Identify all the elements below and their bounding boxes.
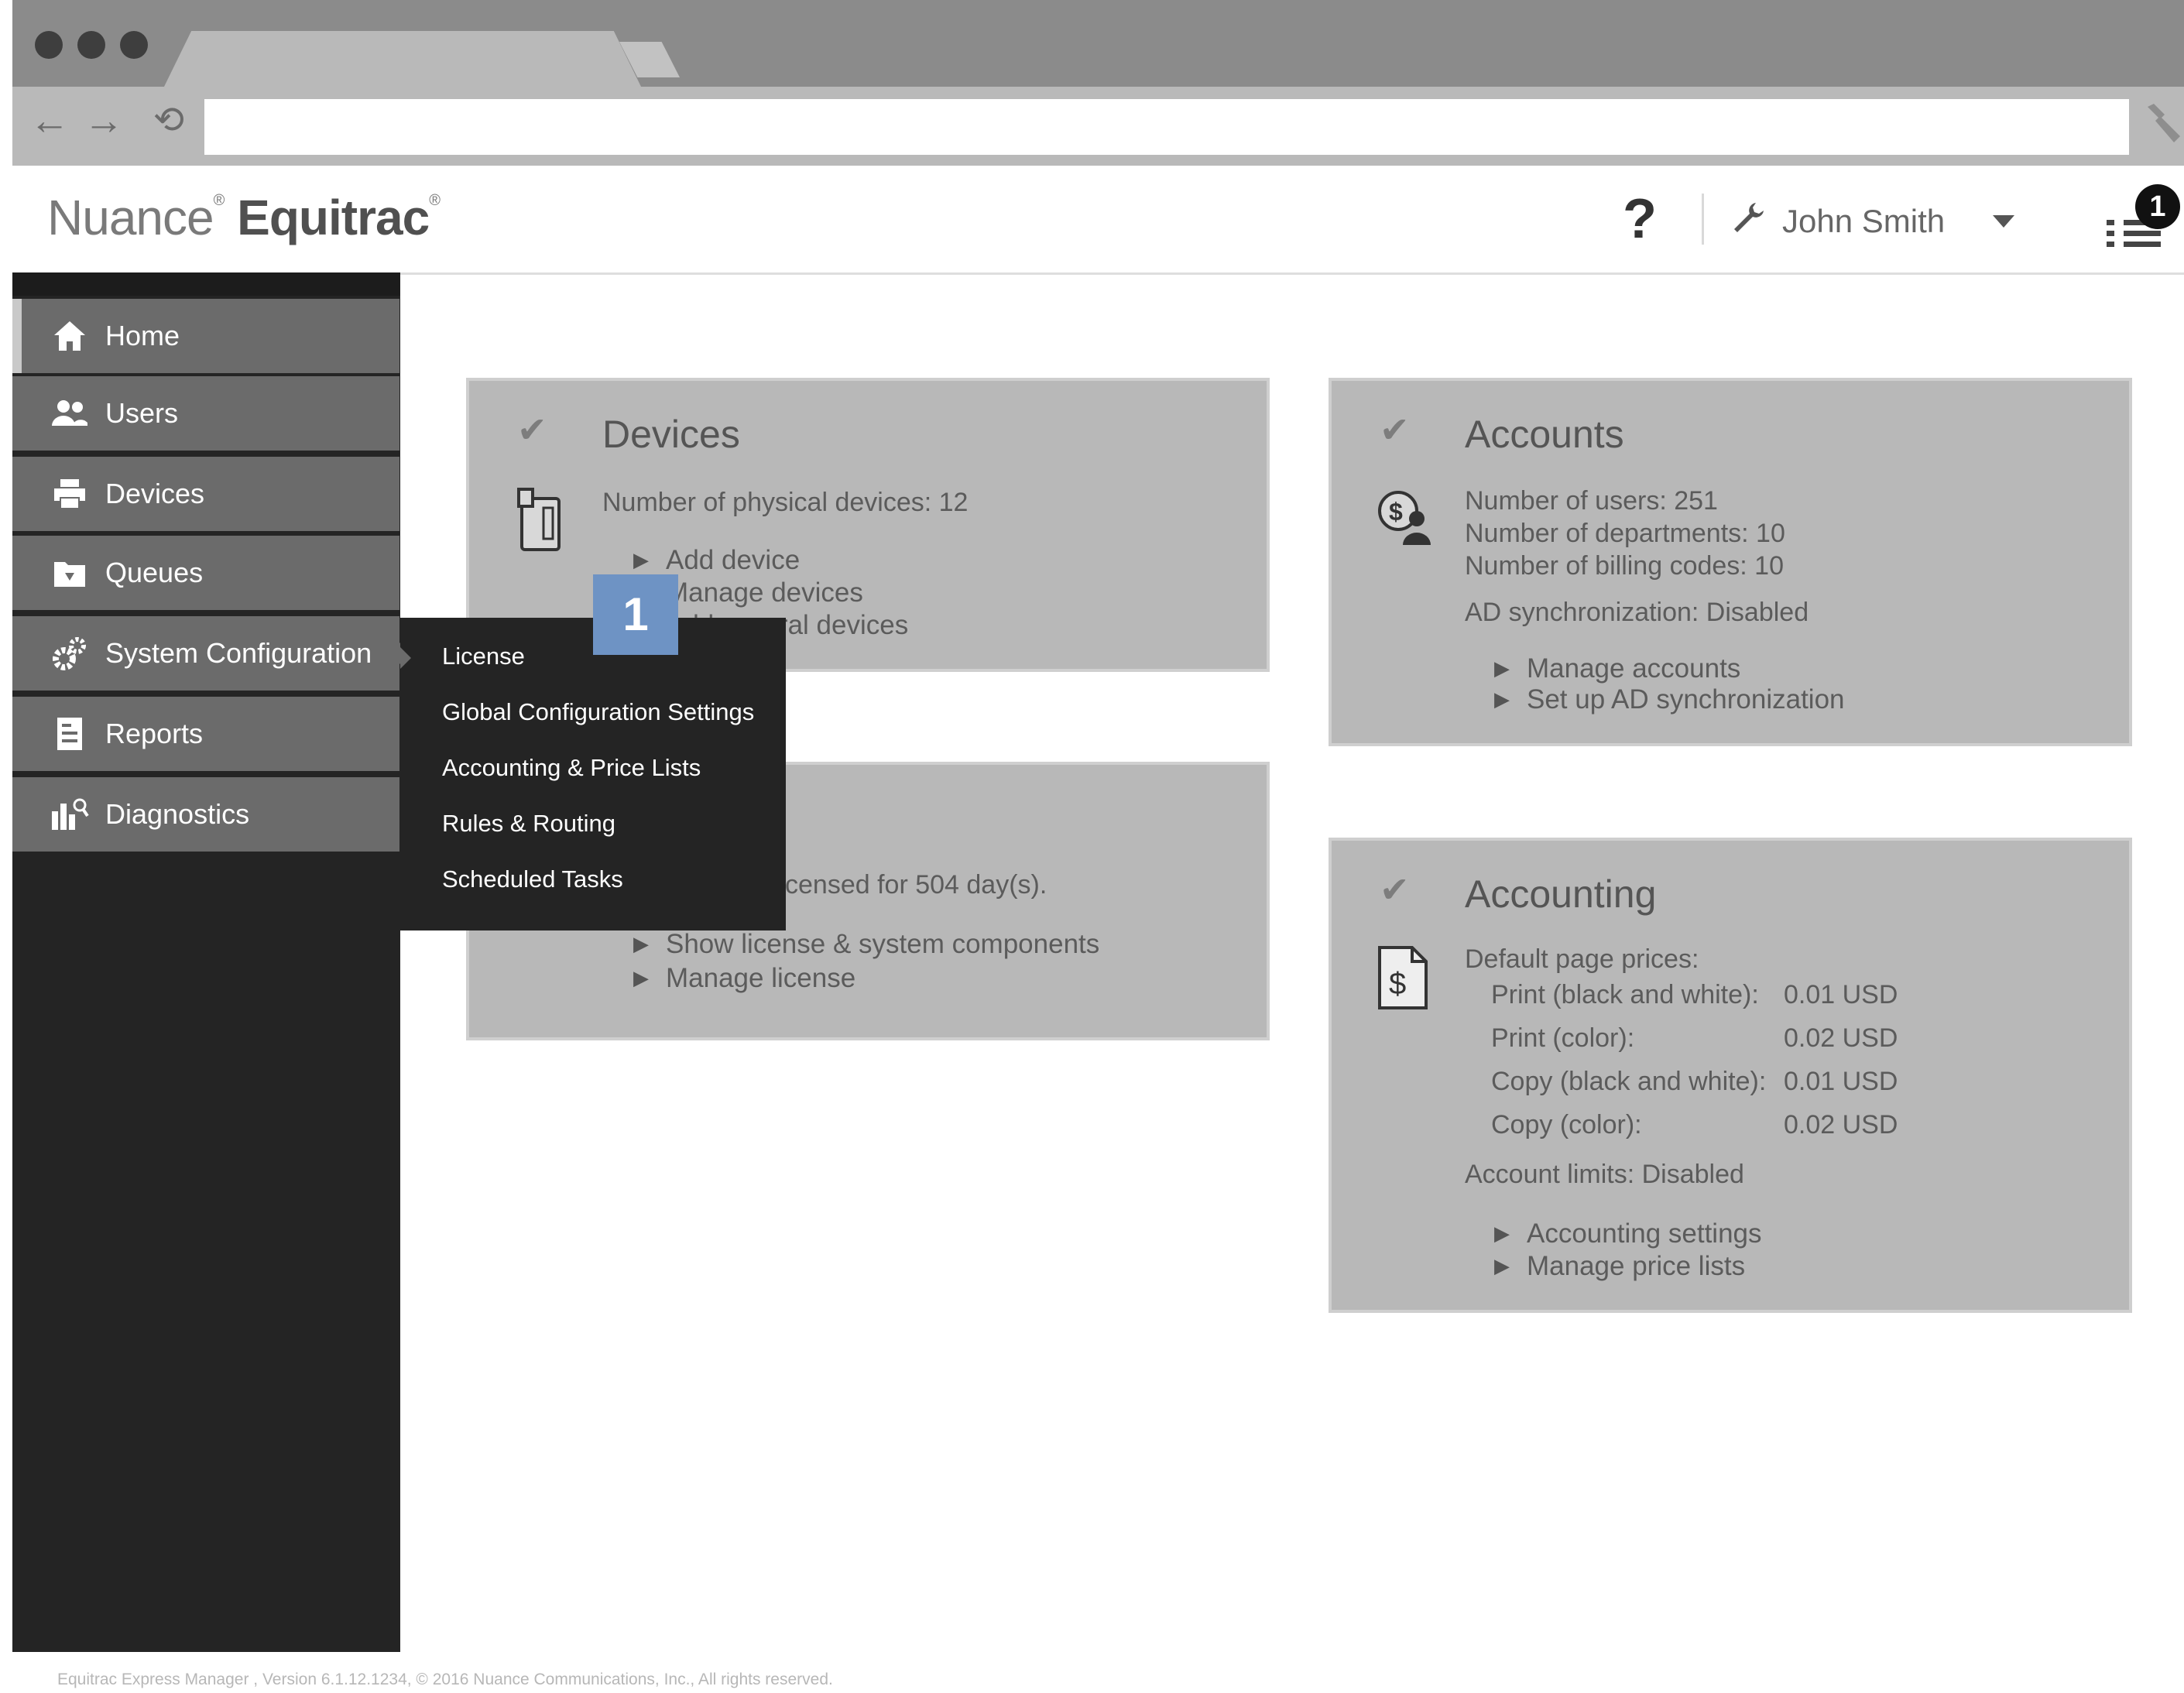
reload-icon[interactable]: ⟲ — [146, 98, 192, 144]
user-name: John Smith — [1782, 203, 1946, 239]
window-zoom-dot[interactable] — [120, 31, 148, 59]
card-title: Devices — [602, 413, 740, 456]
add-device-link[interactable]: Add device — [633, 545, 800, 576]
sidebar-item-system-configuration[interactable]: System Configuration — [12, 616, 410, 691]
svg-text:$: $ — [1389, 967, 1406, 1001]
sidebar-item-label: Queues — [105, 557, 204, 588]
manage-price-lists-link[interactable]: Manage price lists — [1494, 1251, 1745, 1282]
sidebar: Home Users Devices Queues System Configu… — [12, 272, 410, 1652]
manage-license-link[interactable]: Manage license — [633, 963, 855, 994]
sidebar-item-label: Reports — [105, 718, 204, 749]
check-icon: ✔ — [1380, 869, 1410, 910]
submenu-item-global-configuration[interactable]: Global Configuration Settings — [400, 684, 786, 740]
sidebar-item-label: Diagnostics — [105, 798, 250, 830]
price-label: Print (black and white): — [1491, 980, 1759, 1009]
price-label: Copy (color): — [1491, 1110, 1642, 1140]
sidebar-item-reports[interactable]: Reports — [12, 697, 399, 771]
sidebar-item-label: Home — [105, 320, 180, 351]
submenu-item-rules-routing[interactable]: Rules & Routing — [400, 796, 786, 852]
back-arrow-icon[interactable]: ← — [26, 98, 73, 144]
sidebar-item-queues[interactable]: Queues — [12, 536, 399, 610]
device-count: Number of physical devices: 12 — [602, 488, 969, 517]
footer-copyright: Equitrac Express Manager , Version 6.1.1… — [57, 1671, 833, 1688]
setup-ad-sync-link[interactable]: Set up AD synchronization — [1494, 684, 1845, 715]
price-document-icon: $ — [1375, 944, 1431, 1011]
prices-heading: Default page prices: — [1465, 944, 1699, 974]
notification-badge[interactable]: 1 — [2135, 184, 2180, 229]
sidebar-item-label: Devices — [105, 478, 205, 509]
header-divider — [1702, 194, 1704, 245]
price-value: 0.02 USD — [1784, 1023, 1898, 1053]
check-icon: ✔ — [1380, 410, 1410, 450]
accounting-settings-link[interactable]: Accounting settings — [1494, 1218, 1762, 1249]
report-icon — [50, 714, 90, 754]
system-configuration-submenu: License Global Configuration Settings Ac… — [400, 618, 786, 930]
accounts-card: ✔ Accounts $ Number of users: 251 Number… — [1329, 378, 2132, 746]
address-bar[interactable] — [204, 99, 2129, 155]
account-limits-status: Account limits: Disabled — [1465, 1160, 1744, 1189]
help-icon[interactable]: ? — [1623, 187, 1657, 251]
sidebar-item-users[interactable]: Users — [12, 376, 399, 451]
price-value: 0.01 USD — [1784, 1067, 1898, 1096]
license-status: censed for 504 day(s). — [785, 870, 1047, 900]
svg-text:$: $ — [1389, 498, 1403, 526]
browser-wrench-icon[interactable] — [2143, 101, 2183, 147]
app-header: Nuance® Equitrac® ? John Smith — [12, 166, 2184, 275]
chevron-down-icon[interactable] — [1993, 215, 2015, 228]
user-menu[interactable]: John Smith — [1733, 197, 2015, 246]
departments-count: Number of departments: 10 — [1465, 519, 1785, 548]
submenu-item-scheduled-tasks[interactable]: Scheduled Tasks — [400, 852, 786, 907]
check-icon: ✔ — [517, 410, 547, 450]
window-minimize-dot[interactable] — [77, 31, 105, 59]
price-value: 0.01 USD — [1784, 980, 1898, 1009]
printer-icon — [50, 474, 90, 514]
wrench-icon — [1733, 201, 1765, 242]
ad-sync-status: AD synchronization: Disabled — [1465, 598, 1809, 627]
forward-arrow-icon[interactable]: → — [81, 98, 127, 144]
home-icon — [50, 316, 90, 356]
users-count: Number of users: 251 — [1465, 486, 1718, 516]
window-close-dot[interactable] — [35, 31, 63, 59]
card-title: Accounts — [1465, 413, 1624, 456]
price-label: Print (color): — [1491, 1023, 1635, 1053]
price-value: 0.02 USD — [1784, 1110, 1898, 1140]
device-phone-icon — [513, 486, 568, 553]
nuance-equitrac-logo[interactable]: Nuance® Equitrac® — [47, 189, 441, 246]
diagnostics-icon — [50, 794, 90, 835]
accounts-money-icon: $ — [1375, 486, 1437, 553]
sidebar-item-diagnostics[interactable]: Diagnostics — [12, 777, 399, 852]
gears-icon — [50, 633, 90, 673]
browser-tab[interactable] — [163, 31, 643, 90]
users-icon — [50, 393, 90, 434]
sidebar-item-devices[interactable]: Devices — [12, 457, 399, 531]
queue-folder-icon — [50, 553, 90, 593]
manage-accounts-link[interactable]: Manage accounts — [1494, 653, 1740, 684]
sidebar-item-home[interactable]: Home — [12, 299, 399, 373]
sidebar-item-label: Users — [105, 397, 179, 429]
step-number-badge: 1 — [593, 574, 678, 655]
card-title: Accounting — [1465, 872, 1657, 916]
accounting-card: ✔ Accounting $ Default page prices: Prin… — [1329, 838, 2132, 1313]
submenu-item-accounting-price-lists[interactable]: Accounting & Price Lists — [400, 740, 786, 796]
show-license-link[interactable]: Show license & system components — [633, 929, 1099, 960]
sidebar-item-label: System Configuration — [105, 637, 372, 669]
billing-codes-count: Number of billing codes: 10 — [1465, 551, 1785, 581]
price-label: Copy (black and white): — [1491, 1067, 1767, 1096]
